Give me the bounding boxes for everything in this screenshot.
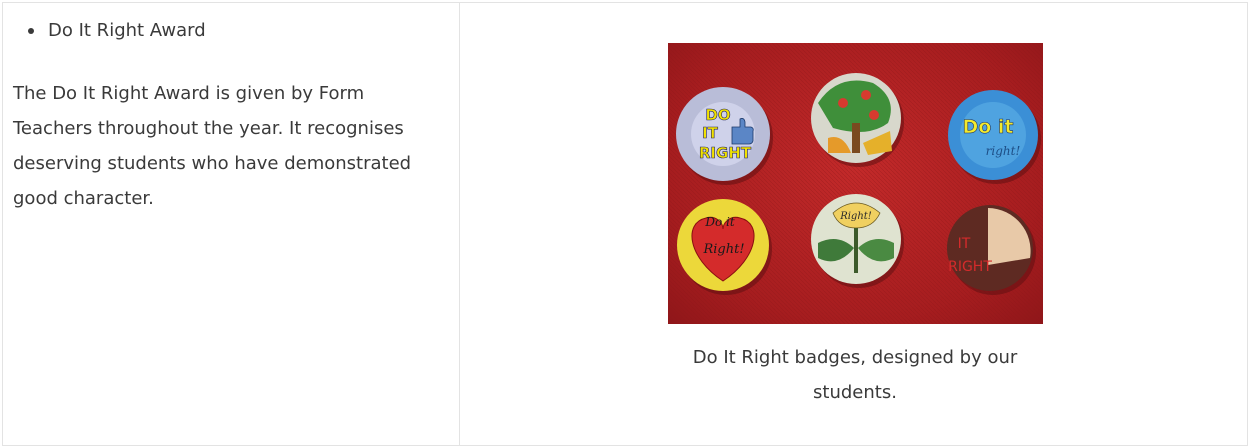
badge1-line3: RIGHT xyxy=(699,144,752,162)
badge1-line2: IT xyxy=(702,124,719,142)
badge1-line1: DO xyxy=(705,106,730,124)
badges-photo: DO IT RIGHT Do it right! Do it Right! Ri… xyxy=(668,43,1043,324)
badge3-line2: right! xyxy=(986,144,1021,158)
badge6-line2: RIGHT xyxy=(948,259,992,275)
award-description: The Do It Right Award is given by Form T… xyxy=(13,83,412,209)
image-caption: Do It Right badges, designed by our stud… xyxy=(692,347,1018,403)
bullet-icon xyxy=(28,28,34,34)
table-cell-award-text: Do It Right Award The Do It Right Award … xyxy=(3,3,460,445)
award-list: Do It Right Award xyxy=(28,18,206,44)
table-cell-badges-image: DO IT RIGHT Do it right! Do it Right! Ri… xyxy=(460,3,1247,445)
badge4-line2: Right! xyxy=(702,242,744,257)
content-table: Do It Right Award The Do It Right Award … xyxy=(2,2,1248,446)
badge4-line1: Do it xyxy=(704,215,734,229)
badge3-line1: Do it xyxy=(962,116,1013,138)
award-name: Do It Right Award xyxy=(48,20,206,41)
badge6-line1: IT xyxy=(958,236,971,252)
badge5-line1: Right! xyxy=(839,211,872,222)
list-item: Do It Right Award xyxy=(28,18,206,44)
